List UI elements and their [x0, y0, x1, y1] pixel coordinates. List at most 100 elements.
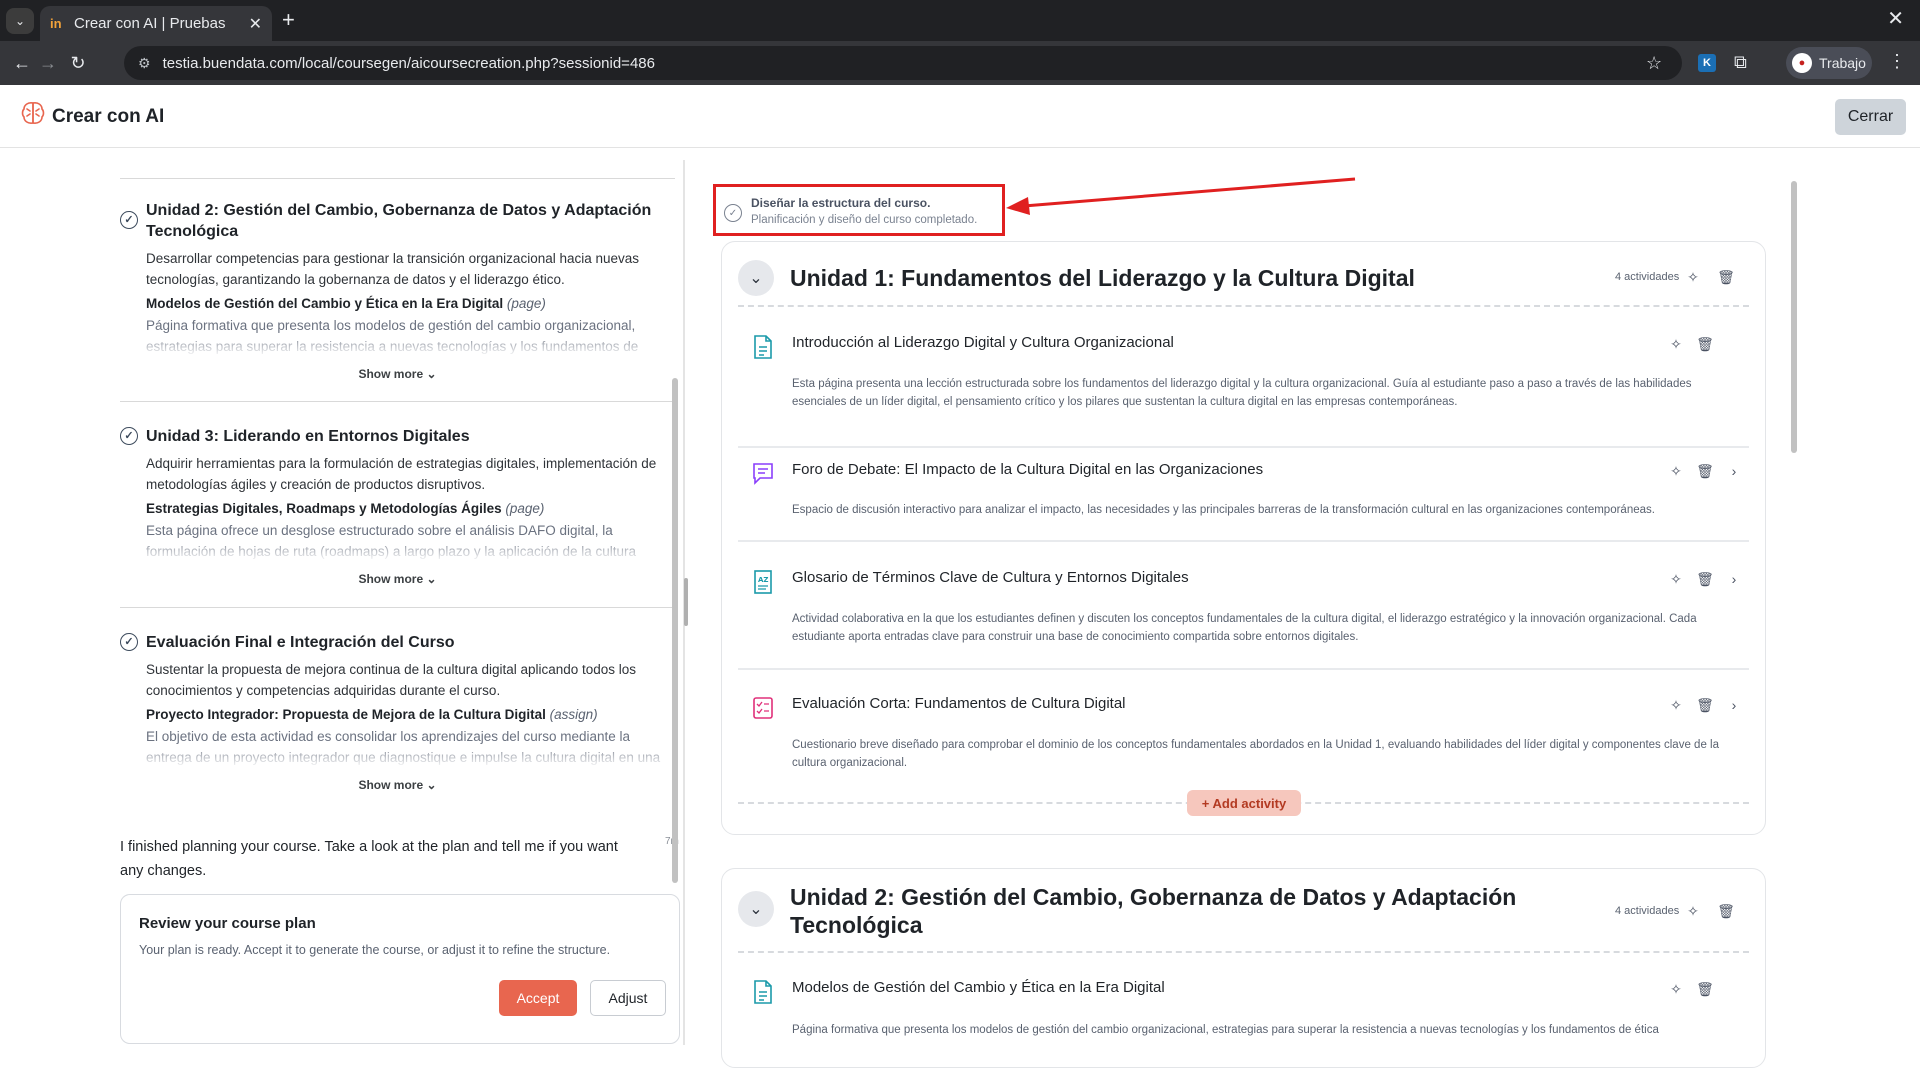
assistant-message: I finished planning your course. Take a …	[120, 839, 618, 879]
unit-dashed-divider	[738, 951, 1749, 953]
plan-unit-3: ✓ Unidad 3: Liderando en Entornos Digita…	[120, 426, 675, 586]
reload-icon[interactable]: ↻	[66, 51, 90, 75]
unit-divider	[120, 607, 675, 608]
app-title: Crear con AI	[52, 106, 165, 127]
plan-activity-title: Modelos de Gestión del Cambio y Ética en…	[146, 296, 546, 311]
activity-separator	[738, 446, 1749, 448]
trash-icon[interactable]: 🗑	[1695, 569, 1715, 589]
add-activity-button[interactable]: + Add activity	[1187, 790, 1301, 816]
window-close-icon[interactable]: ✕	[1887, 6, 1904, 31]
status-title: Diseñar la estructura del curso.	[751, 196, 931, 210]
sparkle-icon[interactable]: ✧	[1666, 334, 1686, 354]
browser-tabstrip: ⌄ in Crear con AI | Pruebas ✕ + ✕	[0, 0, 1920, 41]
address-bar[interactable]: ⚙ testia.buendata.com/local/coursegen/ai…	[124, 46, 1682, 80]
profile-button[interactable]: ● Trabajo	[1786, 47, 1872, 79]
app-header: Crear con AI Cerrar	[0, 85, 1920, 148]
plan-unit-2: ✓ Unidad 2: Gestión del Cambio, Gobernan…	[120, 200, 675, 381]
review-plan-card: Review your course plan Your plan is rea…	[120, 894, 680, 1044]
course-unit-card: ⌄ Unidad 2: Gestión del Cambio, Gobernan…	[721, 868, 1766, 1068]
course-unit-title: Unidad 2: Gestión del Cambio, Gobernanza…	[790, 884, 1517, 938]
collapse-chevron-icon[interactable]: ⌄	[738, 260, 774, 296]
profile-avatar-icon: ●	[1792, 53, 1812, 73]
course-scrollbar[interactable]	[1790, 175, 1798, 1030]
chevron-down-icon: ⌄	[426, 367, 437, 381]
extension-k-icon[interactable]: K	[1698, 54, 1716, 72]
plan-activity-description: Página formativa que presenta los modelo…	[146, 318, 639, 354]
check-circle-icon: ✓	[120, 211, 138, 229]
chevron-down-icon: ⌄	[426, 778, 437, 792]
scrollbar-thumb[interactable]	[1791, 181, 1797, 453]
page-icon	[754, 335, 772, 359]
extensions-puzzle-icon[interactable]: ⧉	[1734, 52, 1747, 73]
show-more-button[interactable]: Show more ⌄	[120, 572, 675, 586]
collapse-chevron-icon[interactable]: ⌄	[738, 891, 774, 927]
activity-count: 4 actividades	[1615, 905, 1680, 917]
show-more-button[interactable]: Show more ⌄	[120, 367, 675, 381]
trash-icon[interactable]: 🗑	[1695, 979, 1715, 999]
plan-scroll-area[interactable]: ✓ Unidad 2: Gestión del Cambio, Gobernan…	[15, 160, 680, 890]
plan-activity-type: (page)	[505, 501, 545, 516]
plan-activity-type: (page)	[506, 296, 546, 311]
activity-name: Introducción al Liderazgo Digital y Cult…	[792, 334, 1174, 351]
tab-search-chevron-icon[interactable]: ⌄	[6, 8, 34, 34]
trash-icon[interactable]: 🗑	[1695, 334, 1715, 354]
new-tab-plus-icon[interactable]: +	[282, 7, 295, 33]
check-circle-icon: ✓	[120, 427, 138, 445]
trash-icon[interactable]: 🗑	[1716, 267, 1736, 287]
profile-name: Trabajo	[1819, 55, 1866, 71]
trash-icon[interactable]: 🗑	[1716, 901, 1736, 921]
trash-icon[interactable]: 🗑	[1695, 461, 1715, 481]
sparkle-icon[interactable]: ✧	[1666, 979, 1686, 999]
plan-unit-title: ✓ Evaluación Final e Integración del Cur…	[120, 632, 675, 653]
show-more-button[interactable]: Show more ⌄	[120, 778, 675, 792]
course-activity: Modelos de Gestión del Cambio y Ética en…	[738, 969, 1749, 1049]
close-button[interactable]: Cerrar	[1835, 99, 1906, 135]
chevron-right-icon[interactable]: ›	[1724, 569, 1744, 589]
plan-activity-description: El objetivo de esta actividad es consoli…	[146, 729, 661, 765]
back-arrow-icon[interactable]: ←	[10, 51, 34, 75]
sparkle-icon[interactable]: ✧	[1683, 901, 1703, 921]
activity-separator	[738, 540, 1749, 542]
scrollbar-thumb[interactable]	[672, 378, 678, 883]
plan-activity-type: (assign)	[549, 707, 598, 722]
activity-name: Glosario de Términos Clave de Cultura y …	[792, 569, 1189, 586]
review-title: Review your course plan	[139, 915, 316, 932]
glossary-icon: AZ	[754, 570, 772, 594]
check-circle-icon: ✓	[724, 204, 742, 222]
adjust-button[interactable]: Adjust	[590, 980, 666, 1016]
activity-name: Foro de Debate: El Impacto de la Cultura…	[792, 461, 1264, 478]
plan-scrollbar[interactable]	[672, 178, 678, 888]
activity-description: Página formativa que presenta los modelo…	[792, 1024, 1659, 1036]
site-settings-icon[interactable]: ⚙	[138, 55, 151, 72]
activity-name: Evaluación Corta: Fundamentos de Cultura…	[792, 695, 1126, 712]
unit-divider	[120, 401, 675, 402]
sparkle-icon[interactable]: ✧	[1666, 461, 1686, 481]
unit-dashed-divider	[738, 305, 1749, 307]
plan-activity-description: Esta página ofrece un desglose estructur…	[146, 523, 637, 559]
activity-separator	[738, 668, 1749, 670]
panel-resize-handle[interactable]	[684, 578, 688, 626]
svg-text:AZ: AZ	[758, 576, 769, 584]
check-circle-icon: ✓	[120, 633, 138, 651]
chevron-right-icon[interactable]: ›	[1724, 695, 1744, 715]
bookmark-star-icon[interactable]: ☆	[1646, 53, 1662, 74]
accept-button[interactable]: Accept	[499, 980, 577, 1016]
sparkle-icon[interactable]: ✧	[1683, 267, 1703, 287]
activity-description: Espacio de discusión interactivo para an…	[792, 504, 1655, 516]
plan-chat-panel: ✓ Unidad 2: Gestión del Cambio, Gobernan…	[15, 160, 680, 1045]
trash-icon[interactable]: 🗑	[1695, 695, 1715, 715]
forum-icon	[753, 463, 773, 485]
plan-unit-description: Adquirir herramientas para la formulació…	[146, 456, 657, 492]
plan-unit-description: Desarrollar competencias para gestionar …	[146, 251, 640, 287]
annotation-arrow	[1006, 177, 1356, 215]
sparkle-icon[interactable]: ✧	[1666, 569, 1686, 589]
forward-arrow-icon[interactable]: →	[36, 51, 60, 75]
chevron-right-icon[interactable]: ›	[1724, 461, 1744, 481]
course-unit-title: Unidad 1: Fundamentos del Liderazgo y la…	[790, 265, 1415, 291]
quiz-icon	[753, 697, 773, 719]
course-activity: Evaluación Corta: Fundamentos de Cultura…	[738, 688, 1749, 798]
tab-close-icon[interactable]: ✕	[249, 14, 262, 34]
sparkle-icon[interactable]: ✧	[1666, 695, 1686, 715]
browser-menu-icon[interactable]: ⋮	[1888, 51, 1906, 72]
browser-tab[interactable]: in Crear con AI | Pruebas ✕	[40, 6, 272, 41]
